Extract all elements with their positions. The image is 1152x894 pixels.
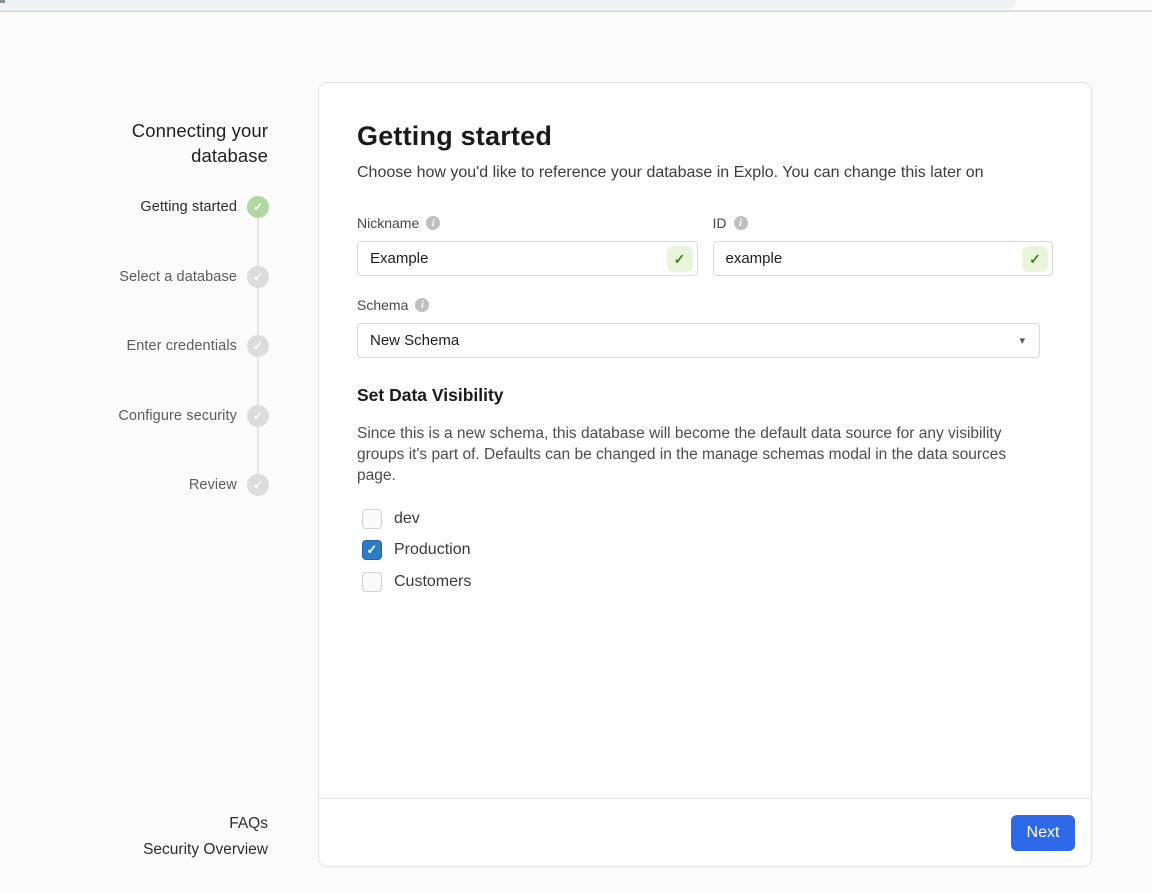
checkbox-row-customers[interactable]: Customers xyxy=(362,571,1053,592)
nickname-input[interactable] xyxy=(358,250,697,267)
wizard-sidebar: Connecting your database Getting started… xyxy=(0,0,269,894)
sidebar-links: FAQs Security Overview xyxy=(143,811,268,863)
step-check-icon: ✓ xyxy=(247,196,269,218)
visibility-group-list: dev ✓ Production Customers xyxy=(362,508,1053,592)
next-button[interactable]: Next xyxy=(1011,815,1075,851)
security-overview-link[interactable]: Security Overview xyxy=(143,837,268,863)
page-subtitle: Choose how you'd like to reference your … xyxy=(357,164,1053,182)
checkbox-row-production[interactable]: ✓ Production xyxy=(362,540,1053,561)
step-select-a-database[interactable]: Select a database ✓ xyxy=(0,266,269,288)
nickname-field-group: Nickname i ✓ xyxy=(357,215,698,276)
nickname-label: Nickname i xyxy=(357,215,698,231)
chevron-down-icon: ▾ xyxy=(1019,334,1025,347)
nickname-label-text: Nickname xyxy=(357,215,419,231)
info-icon[interactable]: i xyxy=(734,216,748,230)
step-label: Enter credentials xyxy=(126,338,237,354)
valid-check-icon: ✓ xyxy=(667,246,693,272)
checkbox-unchecked[interactable] xyxy=(362,509,382,529)
schema-label: Schema i xyxy=(357,297,1053,313)
step-configure-security[interactable]: Configure security ✓ xyxy=(0,405,269,427)
id-input-wrap: ✓ xyxy=(713,241,1054,276)
wizard-stepper: Getting started ✓ Select a database ✓ En… xyxy=(0,196,269,544)
nickname-input-wrap: ✓ xyxy=(357,241,698,276)
step-label: Getting started xyxy=(140,199,237,215)
wizard-card-footer: Next xyxy=(319,798,1091,866)
name-id-grid: Nickname i ✓ ID i ✓ xyxy=(357,215,1053,276)
step-check-icon: ✓ xyxy=(247,266,269,288)
checkbox-label: Production xyxy=(394,541,471,559)
checkbox-label: dev xyxy=(394,510,420,528)
page-title: Getting started xyxy=(357,121,1053,152)
checkbox-checked-icon[interactable]: ✓ xyxy=(362,540,382,560)
id-input[interactable] xyxy=(714,250,1053,267)
info-icon[interactable]: i xyxy=(426,216,440,230)
schema-select[interactable]: New Schema ▾ xyxy=(357,323,1040,358)
info-icon[interactable]: i xyxy=(415,298,429,312)
schema-label-text: Schema xyxy=(357,297,408,313)
id-label-text: ID xyxy=(713,215,727,231)
wizard-card-body: Getting started Choose how you'd like to… xyxy=(319,83,1091,798)
valid-check-icon: ✓ xyxy=(1022,246,1048,272)
schema-select-value: New Schema xyxy=(370,332,459,349)
visibility-heading: Set Data Visibility xyxy=(357,385,1053,406)
step-label: Configure security xyxy=(118,408,237,424)
step-check-icon: ✓ xyxy=(247,335,269,357)
step-check-icon: ✓ xyxy=(247,474,269,496)
id-label: ID i xyxy=(713,215,1054,231)
faqs-link[interactable]: FAQs xyxy=(143,811,268,837)
step-check-icon: ✓ xyxy=(247,405,269,427)
checkbox-label: Customers xyxy=(394,573,471,591)
id-field-group: ID i ✓ xyxy=(713,215,1054,276)
step-label: Select a database xyxy=(119,269,237,285)
checkbox-row-dev[interactable]: dev xyxy=(362,508,1053,529)
checkbox-unchecked[interactable] xyxy=(362,572,382,592)
step-getting-started[interactable]: Getting started ✓ xyxy=(0,196,269,218)
wizard-card: Getting started Choose how you'd like to… xyxy=(318,82,1092,867)
schema-field-group: Schema i New Schema ▾ xyxy=(357,297,1053,358)
visibility-description: Since this is a new schema, this databas… xyxy=(357,423,1049,486)
step-review[interactable]: Review ✓ xyxy=(0,474,269,496)
wizard-title: Connecting your database xyxy=(68,118,268,168)
step-label: Review xyxy=(189,477,237,493)
step-enter-credentials[interactable]: Enter credentials ✓ xyxy=(0,335,269,357)
